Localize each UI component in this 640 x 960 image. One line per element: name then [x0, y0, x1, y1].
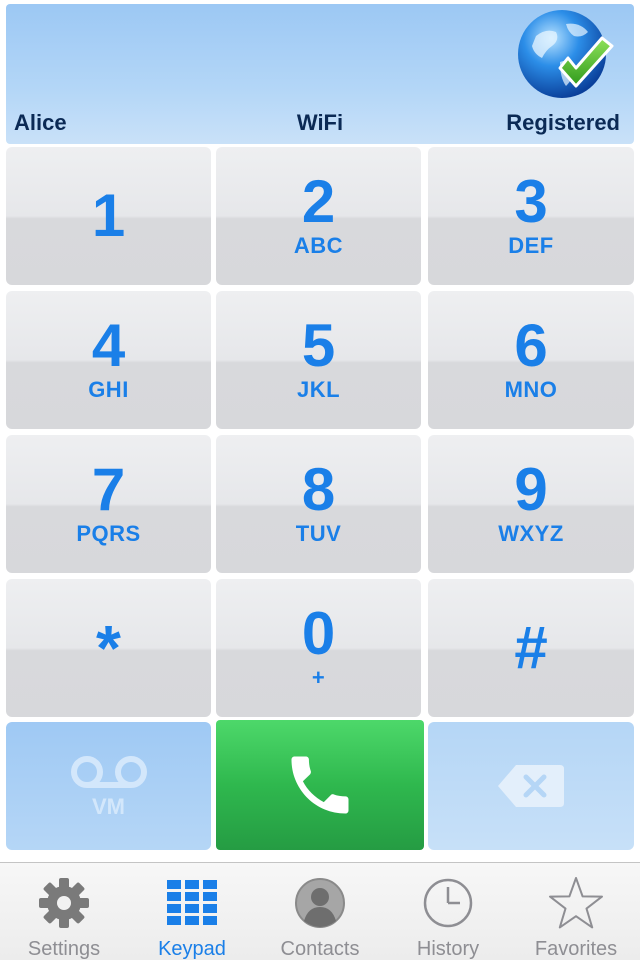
key-hash[interactable]: #: [428, 579, 634, 717]
key-digit: 2: [301, 168, 336, 235]
key-5[interactable]: 5 JKL: [216, 291, 421, 429]
call-button[interactable]: [216, 720, 424, 850]
person-icon: [295, 877, 345, 928]
key-3[interactable]: 3 DEF: [428, 147, 634, 285]
tab-bar: Settings Keypad Contacts History Favorit…: [0, 862, 640, 960]
tab-label: Favorites: [534, 938, 618, 960]
delete-button[interactable]: [428, 722, 634, 850]
tab-settings[interactable]: Settings: [0, 863, 128, 960]
tab-favorites[interactable]: Favorites: [512, 863, 640, 960]
gear-icon: [39, 877, 89, 928]
tab-history[interactable]: History: [384, 863, 512, 960]
key-letters: DEF: [508, 233, 554, 258]
key-digit: 3: [514, 168, 548, 235]
key-star[interactable]: *: [6, 579, 211, 717]
tab-keypad[interactable]: Keypad: [128, 863, 256, 960]
key-letters: GHI: [88, 377, 129, 402]
key-digit: 5: [301, 312, 336, 379]
key-digit: #: [514, 614, 548, 681]
tab-contacts[interactable]: Contacts: [256, 863, 384, 960]
globe-check-icon: [518, 10, 614, 98]
key-letters: TUV: [295, 521, 342, 546]
key-1[interactable]: 1: [6, 147, 211, 285]
status-header: Alice WiFi Registered: [6, 4, 634, 144]
tab-label: Keypad: [158, 938, 226, 960]
key-letters: WXYZ: [498, 521, 564, 546]
backspace-icon: [498, 765, 564, 807]
key-letters: JKL: [296, 377, 341, 402]
tab-label: Settings: [27, 938, 101, 960]
key-6[interactable]: 6 MNO: [428, 291, 634, 429]
key-digit: 0: [301, 600, 336, 667]
clock-icon: [423, 878, 473, 927]
key-7[interactable]: 7 PQRS: [6, 435, 211, 573]
key-2[interactable]: 2 ABC: [216, 147, 421, 285]
key-digit: 1: [91, 182, 126, 249]
tab-label: History: [416, 938, 480, 960]
key-letters: PQRS: [76, 521, 141, 546]
registration-status: Registered: [506, 110, 620, 135]
key-0[interactable]: 0 +: [216, 579, 421, 717]
key-digit: 8: [301, 456, 336, 523]
key-9[interactable]: 9 WXYZ: [428, 435, 634, 573]
key-8[interactable]: 8 TUV: [216, 435, 421, 573]
key-digit: 6: [514, 312, 548, 379]
key-letters: +: [311, 665, 326, 690]
key-4[interactable]: 4 GHI: [6, 291, 211, 429]
tab-label: Contacts: [280, 938, 360, 960]
star-icon: [549, 876, 603, 928]
voicemail-button[interactable]: VM: [6, 722, 211, 850]
voicemail-label: VM: [92, 794, 125, 819]
key-digit: 4: [91, 312, 126, 379]
key-letters: MNO: [504, 377, 558, 402]
phone-handset-icon: [291, 756, 349, 814]
voicemail-icon: [70, 756, 147, 788]
key-digit: 7: [91, 456, 126, 523]
key-letters: ABC: [293, 233, 344, 258]
key-digit: 9: [514, 456, 548, 523]
key-digit: *: [96, 612, 121, 684]
keypad-grid-icon: [167, 879, 217, 925]
